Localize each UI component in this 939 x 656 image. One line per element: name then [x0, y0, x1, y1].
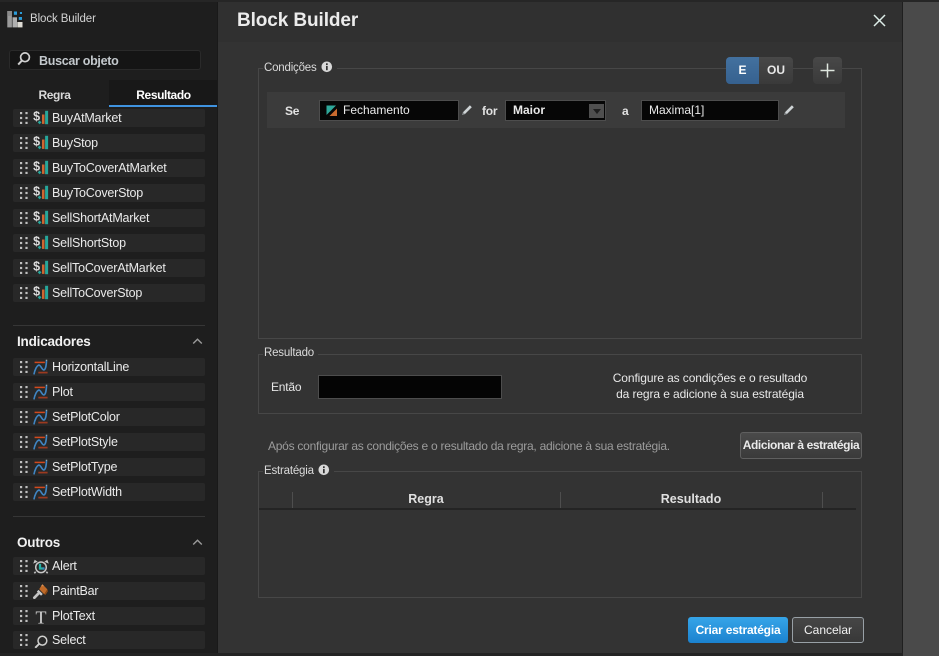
svg-text:T: T [36, 608, 47, 624]
